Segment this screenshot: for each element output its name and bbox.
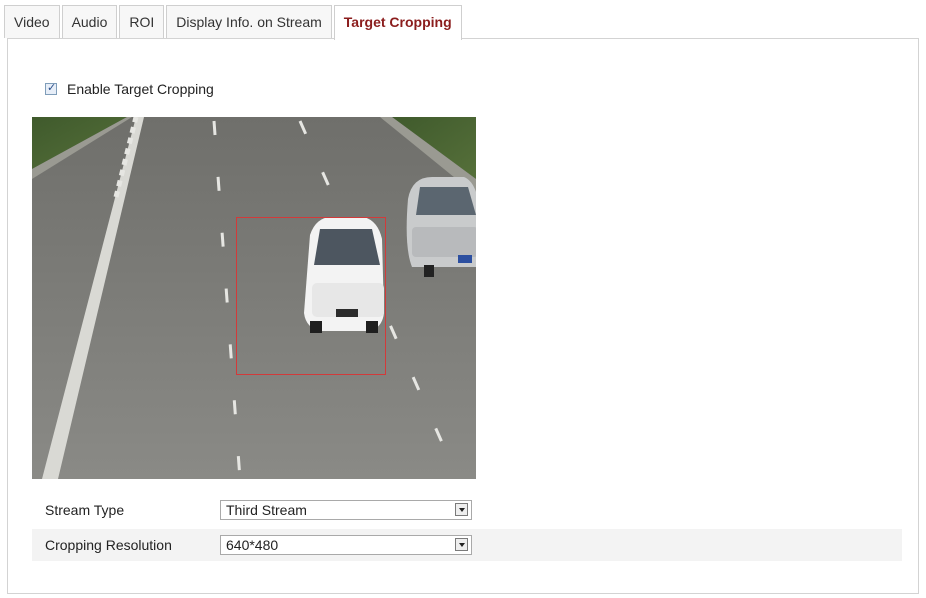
tab-bar: Video Audio ROI Display Info. on Stream … xyxy=(4,5,464,40)
enable-target-cropping-checkbox[interactable]: ✓ xyxy=(45,82,57,95)
chevron-down-icon[interactable] xyxy=(455,503,468,516)
enable-target-cropping-row: ✓ Enable Target Cropping xyxy=(45,81,214,97)
cropping-resolution-label: Cropping Resolution xyxy=(45,537,172,553)
stream-type-row: Stream Type Third Stream xyxy=(32,494,902,526)
target-cropping-panel: ✓ Enable Target Cropping Stream Type Thi… xyxy=(7,38,919,594)
tab-audio[interactable]: Audio xyxy=(61,5,118,38)
live-video-preview[interactable] xyxy=(32,117,476,479)
stream-type-select[interactable]: Third Stream xyxy=(220,500,472,520)
cropping-resolution-value: 640*480 xyxy=(226,537,279,553)
stream-type-label: Stream Type xyxy=(45,502,125,518)
chevron-down-icon[interactable] xyxy=(455,538,468,551)
tab-roi[interactable]: ROI xyxy=(119,5,165,38)
tab-target-cropping[interactable]: Target Cropping xyxy=(333,5,462,40)
cropping-resolution-row: Cropping Resolution 640*480 xyxy=(32,529,902,561)
checkmark-icon: ✓ xyxy=(47,82,57,94)
stream-type-value: Third Stream xyxy=(226,502,307,518)
cropping-resolution-select[interactable]: 640*480 xyxy=(220,535,472,555)
crop-region-rectangle[interactable] xyxy=(236,217,386,375)
enable-target-cropping-label: Enable Target Cropping xyxy=(67,81,214,97)
tab-display-info-on-stream[interactable]: Display Info. on Stream xyxy=(166,5,332,38)
tab-video[interactable]: Video xyxy=(4,5,60,38)
